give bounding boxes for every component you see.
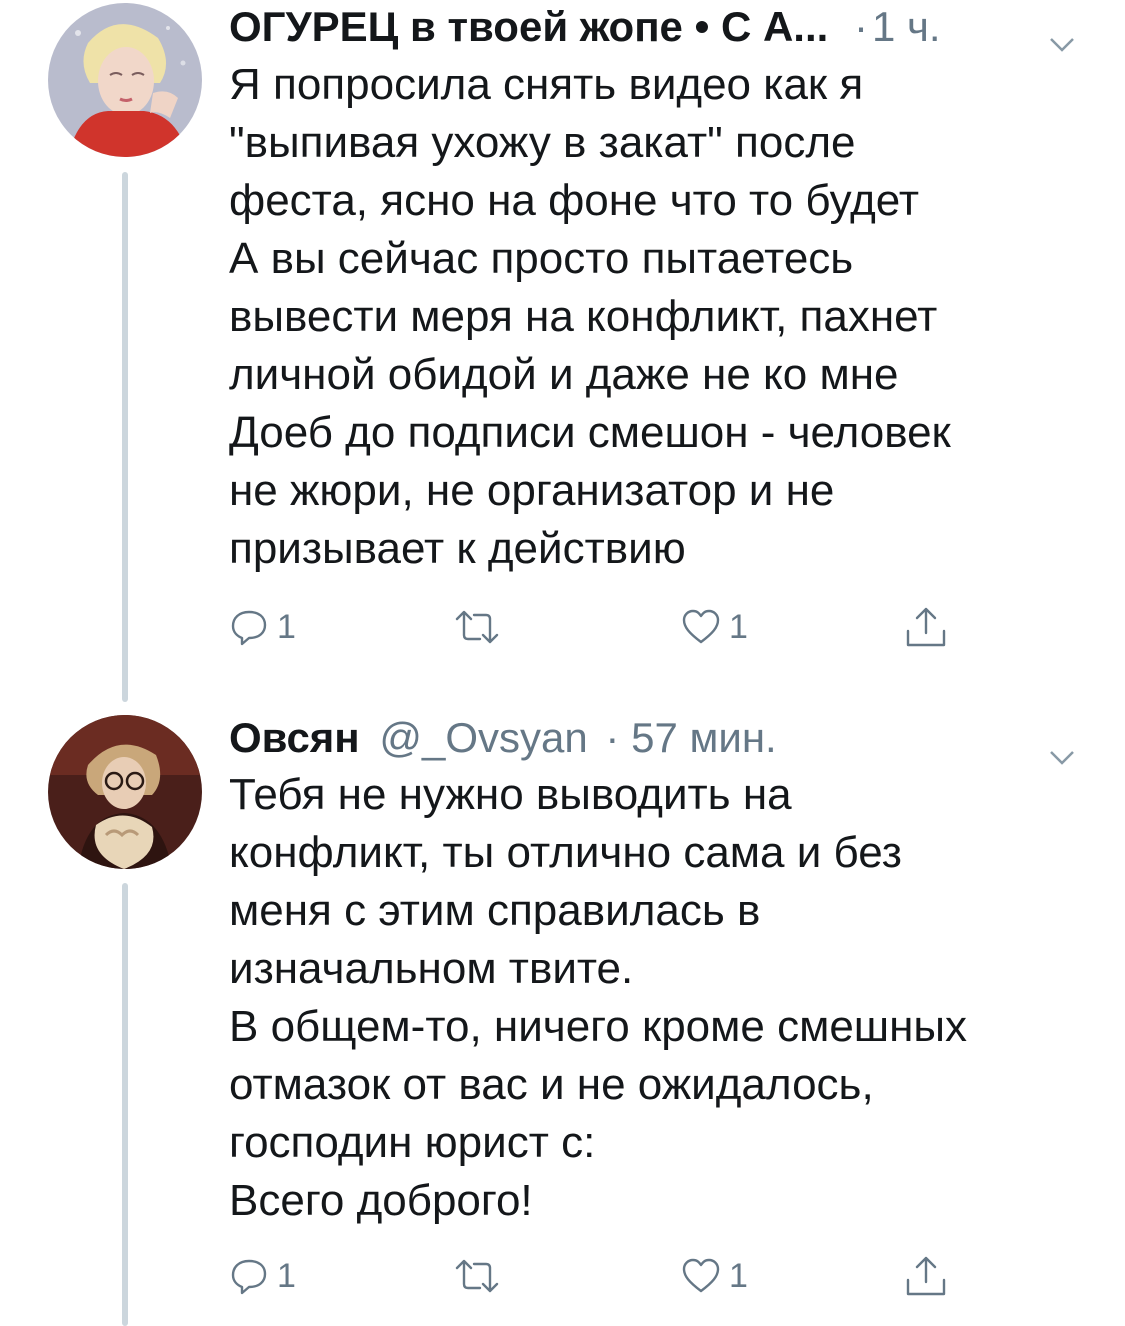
separator: · [605, 714, 620, 761]
reply-button[interactable]: 1 [229, 1251, 296, 1301]
tweet-header: ОГУРЕЦ в твоей жопе • С А... ·1 ч. [229, 1, 1075, 53]
retweet-icon [453, 607, 501, 647]
chevron-down-icon[interactable] [1049, 728, 1075, 765]
thread-line [122, 172, 128, 702]
retweet-icon [453, 1256, 501, 1296]
heart-icon [681, 1256, 721, 1296]
timestamp[interactable]: 1 ч. [872, 3, 941, 50]
tweet: Овсян @_Ovsyan · 57 мин. Тебя не нужно в… [0, 700, 1125, 1326]
tweet-header: Овсян @_Ovsyan · 57 мин. [229, 712, 1075, 765]
retweet-button[interactable] [453, 602, 509, 652]
reply-count: 1 [277, 1256, 296, 1295]
separator: · [853, 3, 868, 50]
like-button[interactable]: 1 [681, 1251, 748, 1301]
tweet-actions: 1 1 [229, 1251, 969, 1301]
share-icon [904, 605, 948, 649]
like-count: 1 [729, 607, 748, 646]
share-button[interactable] [904, 1251, 948, 1301]
like-button[interactable]: 1 [681, 602, 748, 652]
heart-icon [681, 607, 721, 647]
share-icon [904, 1254, 948, 1298]
thread-line [122, 883, 128, 1326]
user-handle[interactable]: @_Ovsyan [379, 714, 587, 761]
avatar[interactable] [48, 3, 202, 157]
reply-icon [229, 607, 269, 647]
tweet-actions: 1 1 [229, 602, 969, 652]
reply-count: 1 [277, 607, 296, 646]
chevron-down-icon[interactable] [1049, 15, 1075, 52]
timestamp[interactable]: 57 мин. [631, 714, 777, 761]
reply-button[interactable]: 1 [229, 602, 296, 652]
tweet-text: Тебя не нужно выводить на конфликт, ты о… [229, 770, 968, 1225]
avatar[interactable] [48, 715, 202, 869]
reply-icon [229, 1256, 269, 1296]
display-name[interactable]: ОГУРЕЦ в твоей жопе • С А... [229, 3, 828, 50]
tweet-text: Я попросила снять видео как я "выпивая у… [229, 60, 951, 573]
share-button[interactable] [904, 602, 948, 652]
retweet-button[interactable] [453, 1251, 509, 1301]
display-name[interactable]: Овсян [229, 714, 360, 761]
tweet: ОГУРЕЦ в твоей жопе • С А... ·1 ч. Я поп… [0, 0, 1125, 702]
like-count: 1 [729, 1256, 748, 1295]
